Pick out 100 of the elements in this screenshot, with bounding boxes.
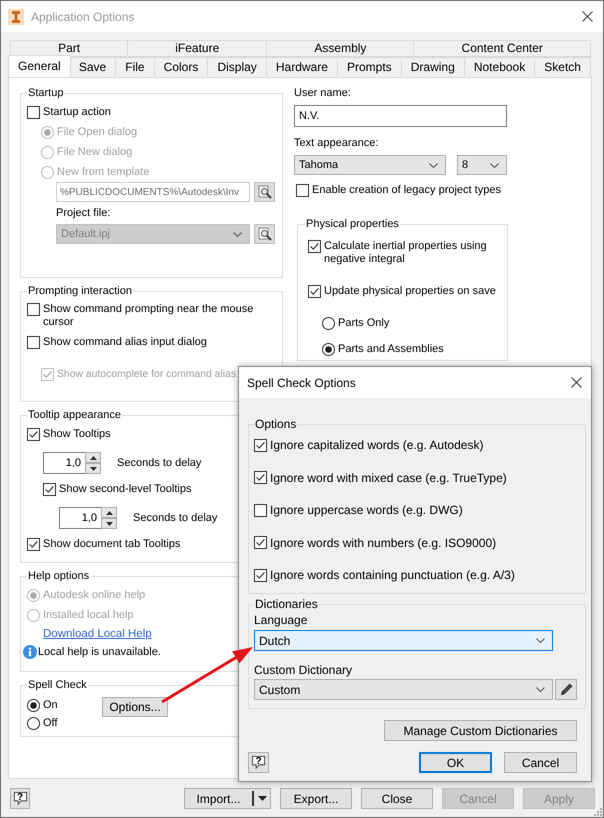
field-label: Language xyxy=(254,614,308,626)
checkbox[interactable] xyxy=(27,106,40,118)
speech-bubble-icon xyxy=(13,791,28,806)
number-field[interactable]: 1,0 xyxy=(59,507,101,529)
checkbox[interactable] xyxy=(308,284,321,298)
spin-down-button[interactable] xyxy=(85,463,101,474)
help-button[interactable]: ? xyxy=(10,788,30,809)
browse-button[interactable] xyxy=(254,182,275,202)
options-button[interactable]: Options... xyxy=(102,697,168,717)
checkbox[interactable] xyxy=(308,240,321,253)
edit-button[interactable] xyxy=(555,679,577,700)
group-title: Options xyxy=(254,418,298,431)
tab[interactable]: Colors xyxy=(154,57,208,77)
chevron-down-icon xyxy=(536,687,545,692)
checkbox-label: Ignore word with mixed case (e.g. TrueType) xyxy=(270,470,507,484)
spin-up-button[interactable] xyxy=(85,452,101,463)
checkbox-label: Ignore words with numbers (e.g. ISO9000) xyxy=(270,536,496,550)
radio-button[interactable] xyxy=(27,698,40,712)
help-button[interactable]: ? xyxy=(248,752,269,773)
checkbox[interactable] xyxy=(254,568,267,582)
tab[interactable]: Part xyxy=(10,40,128,57)
checkbox[interactable] xyxy=(254,438,267,452)
checkbox[interactable] xyxy=(27,428,40,440)
checkbox-label: Update physical properties on save xyxy=(324,285,496,297)
dialog-button[interactable]: OK xyxy=(419,752,492,773)
group-title: Physical properties xyxy=(305,218,400,231)
field-label: Text appearance: xyxy=(294,137,380,150)
tab[interactable]: Display xyxy=(207,57,266,77)
checkbox[interactable] xyxy=(296,184,309,196)
dialog-button[interactable]: Close xyxy=(361,788,433,809)
tab[interactable]: Content Center xyxy=(413,40,592,57)
tab[interactable]: iFeature xyxy=(127,40,266,57)
group-title: Spell Check xyxy=(27,679,88,692)
radio-label: File New dialog xyxy=(57,146,132,158)
checkbox[interactable] xyxy=(27,538,40,550)
language-dropdown[interactable]: Dutch xyxy=(254,630,553,651)
tab[interactable]: Drawing xyxy=(400,57,464,77)
checkbox-label: Startup action xyxy=(43,106,111,118)
tab[interactable]: File xyxy=(115,57,154,77)
split-button[interactable]: Import... xyxy=(184,788,271,809)
field-label: Project file: xyxy=(56,206,112,221)
chevron-down-icon xyxy=(233,232,242,236)
tab[interactable]: Hardware xyxy=(266,57,337,77)
spinner-label: Seconds to delay xyxy=(117,457,202,469)
radio-label: Parts Only xyxy=(338,317,390,329)
browse-button[interactable] xyxy=(254,224,275,244)
checkbox[interactable] xyxy=(27,303,40,316)
tab[interactable]: Sketch xyxy=(534,57,592,77)
down-triangle-icon xyxy=(106,522,112,526)
group-title: Prompting interaction xyxy=(27,285,133,298)
radio-button[interactable] xyxy=(322,316,335,330)
download-link[interactable]: Download Local Help xyxy=(43,628,152,640)
pencil-icon xyxy=(558,682,574,697)
checkbox-label: Enable creation of legacy project types xyxy=(312,184,501,196)
caret-down-icon xyxy=(258,796,266,801)
close-icon[interactable] xyxy=(582,11,593,22)
spinner-label: Seconds to delay xyxy=(133,512,218,524)
beam-logo-icon xyxy=(8,8,24,24)
checkbox-label: Ignore words containing punctuation (e.g. A/3) xyxy=(270,568,515,582)
tab[interactable]: Assembly xyxy=(266,40,414,57)
speech-bubble-icon xyxy=(251,755,266,770)
checkbox-label: Show command prompting near the mouse cursor xyxy=(43,303,254,329)
spin-up-button[interactable] xyxy=(101,507,117,518)
up-triangle-icon xyxy=(106,510,112,514)
checkbox[interactable] xyxy=(254,536,267,549)
tab[interactable]: Notebook xyxy=(464,57,534,77)
group-title: Help options xyxy=(27,570,90,583)
custom-dictionary-dropdown[interactable]: Custom xyxy=(254,679,553,700)
chevron-down-icon xyxy=(490,162,499,168)
spin-down-button[interactable] xyxy=(101,518,117,529)
window-title: Application Options xyxy=(31,10,134,24)
checkbox[interactable] xyxy=(27,336,40,348)
manage-dictionaries-button[interactable]: Manage Custom Dictionaries xyxy=(384,720,577,741)
chevron-down-icon xyxy=(429,162,438,168)
group-title: Startup xyxy=(27,87,64,100)
number-field[interactable]: 1,0 xyxy=(43,452,85,474)
tab[interactable]: General xyxy=(8,55,71,77)
dialog-button[interactable]: Export... xyxy=(280,788,352,809)
checkbox[interactable] xyxy=(254,471,267,484)
checkbox[interactable] xyxy=(43,482,56,496)
user-name-field[interactable]: N.V. xyxy=(294,105,507,127)
close-icon[interactable] xyxy=(571,377,582,388)
checkbox-label: Show autocomplete for command alias xyxy=(57,368,236,380)
resize-grip-icon[interactable] xyxy=(594,808,602,816)
checkbox-label: Show command alias input dialog xyxy=(43,336,207,348)
tab[interactable]: Prompts xyxy=(336,57,401,77)
checkbox[interactable] xyxy=(254,504,267,516)
font-size-dropdown[interactable]: 8 xyxy=(457,155,507,175)
radio-button[interactable] xyxy=(27,716,40,730)
radio-button[interactable] xyxy=(322,342,335,356)
down-triangle-icon xyxy=(90,466,96,470)
dialog-button[interactable]: Cancel xyxy=(504,752,577,773)
field-label: Custom Dictionary xyxy=(254,664,354,676)
up-triangle-icon xyxy=(90,456,96,460)
dialog-title: Spell Check Options xyxy=(247,376,356,390)
radio-label: On xyxy=(43,699,58,711)
checkbox-label: Show Tooltips xyxy=(43,428,111,440)
font-dropdown[interactable]: Tahoma xyxy=(294,155,446,175)
group-title: Tooltip appearance xyxy=(27,409,122,422)
radio-label: New from template xyxy=(57,166,150,178)
